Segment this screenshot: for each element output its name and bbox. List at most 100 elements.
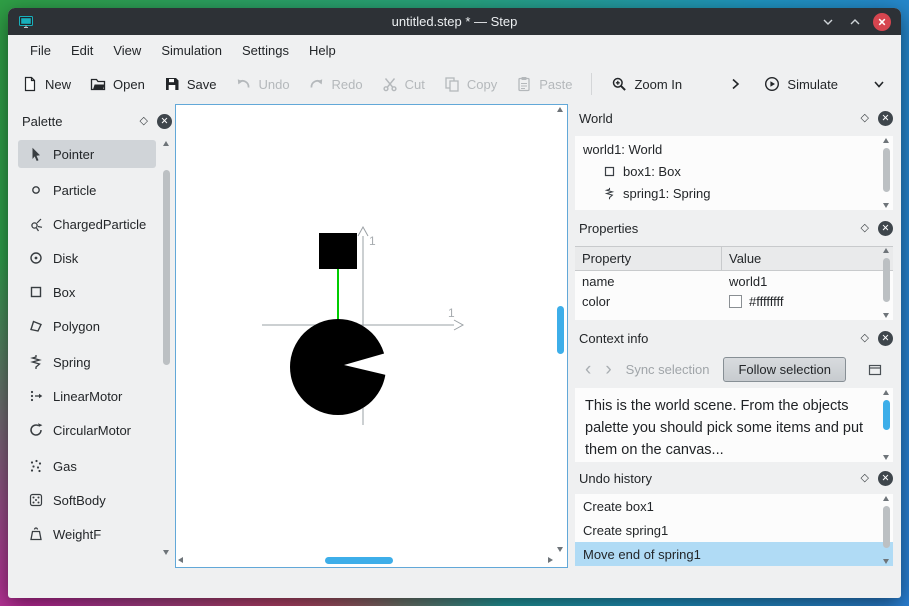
context-info-body: This is the world scene. From the object… bbox=[575, 388, 893, 462]
undo-panel-title: Undo history bbox=[579, 470, 652, 486]
canvas-hscroll-handle[interactable] bbox=[325, 556, 393, 564]
property-row-name[interactable]: name world1 bbox=[575, 271, 893, 291]
box1-object[interactable] bbox=[319, 233, 357, 269]
toolbar-extension-button[interactable] bbox=[727, 76, 743, 92]
palette-item-circularmotor[interactable]: CircularMotor bbox=[18, 416, 156, 444]
undo-scrollbar[interactable] bbox=[880, 495, 892, 565]
scroll-up-arrow-icon[interactable] bbox=[882, 248, 889, 253]
float-panel-icon[interactable]: ◇ bbox=[861, 112, 869, 124]
disk-object[interactable] bbox=[290, 319, 386, 415]
scroll-up-arrow-icon[interactable] bbox=[882, 138, 889, 143]
close-panel-icon[interactable]: ✕ bbox=[878, 110, 893, 126]
scroll-right-arrow-icon[interactable] bbox=[548, 556, 553, 563]
palette-item-softbody[interactable]: SoftBody bbox=[18, 486, 156, 514]
paste-icon bbox=[516, 76, 532, 92]
scroll-down-arrow-icon[interactable] bbox=[882, 455, 889, 460]
float-panel-icon[interactable]: ◇ bbox=[861, 222, 869, 234]
column-header-value[interactable]: Value bbox=[722, 247, 893, 270]
undo-item-create-spring1[interactable]: Create spring1 bbox=[575, 518, 893, 542]
back-arrow-icon[interactable]: ‹ bbox=[585, 360, 591, 379]
menu-view[interactable]: View bbox=[104, 39, 150, 62]
zoom-in-button[interactable]: Zoom In bbox=[611, 76, 682, 92]
scroll-down-arrow-icon[interactable] bbox=[162, 550, 169, 555]
palette-panel: Palette ◇ ✕ Pointer Particle ChargedPart bbox=[16, 104, 174, 564]
palette-scrollbar[interactable] bbox=[160, 140, 172, 556]
undo-item-create-box1[interactable]: Create box1 bbox=[575, 494, 893, 518]
float-panel-icon[interactable]: ◇ bbox=[861, 332, 869, 344]
gas-icon bbox=[28, 458, 44, 474]
menu-edit[interactable]: Edit bbox=[62, 39, 102, 62]
copy-button[interactable]: Copy bbox=[444, 76, 497, 92]
open-button[interactable]: Open bbox=[90, 76, 145, 92]
scroll-down-arrow-icon[interactable] bbox=[882, 313, 889, 318]
simulate-button[interactable]: Simulate bbox=[764, 76, 838, 92]
undo-item-move-end-of-spring1[interactable]: Move end of spring1 bbox=[575, 542, 893, 566]
paste-button[interactable]: Paste bbox=[516, 76, 572, 92]
close-panel-icon[interactable]: ✕ bbox=[878, 330, 893, 346]
detach-panel-icon[interactable] bbox=[867, 361, 883, 377]
main-toolbar: New Open Save Undo Redo Cut Copy Paste Z… bbox=[8, 65, 901, 103]
save-icon bbox=[164, 76, 180, 92]
column-header-property[interactable]: Property bbox=[575, 247, 722, 270]
palette-item-polygon[interactable]: Polygon bbox=[18, 312, 156, 340]
close-panel-icon[interactable]: ✕ bbox=[878, 470, 893, 486]
scroll-up-arrow-icon[interactable] bbox=[162, 141, 169, 146]
maximize-button[interactable] bbox=[846, 13, 864, 31]
canvas-vscroll-handle[interactable] bbox=[556, 306, 564, 354]
property-row-color[interactable]: color #ffffffff bbox=[575, 291, 893, 311]
tree-item-spring1[interactable]: spring1: Spring bbox=[575, 182, 893, 204]
properties-scrollbar-handle[interactable] bbox=[882, 258, 890, 302]
scene-canvas[interactable]: 1 1 bbox=[175, 104, 568, 568]
undo-button[interactable]: Undo bbox=[235, 76, 290, 92]
undo-scrollbar-handle[interactable] bbox=[882, 506, 890, 548]
save-button[interactable]: Save bbox=[164, 76, 216, 92]
close-button[interactable] bbox=[873, 12, 891, 31]
float-panel-icon[interactable]: ◇ bbox=[861, 472, 869, 484]
palette-item-weightforce[interactable]: WeightF bbox=[18, 520, 156, 548]
float-panel-icon[interactable]: ◇ bbox=[140, 115, 148, 127]
palette-item-box[interactable]: Box bbox=[18, 278, 156, 306]
new-button[interactable]: New bbox=[22, 76, 71, 92]
redo-button[interactable]: Redo bbox=[309, 76, 363, 92]
window-title: untitled.step * — Step bbox=[391, 14, 518, 29]
scroll-down-arrow-icon[interactable] bbox=[882, 203, 889, 208]
minimize-button[interactable] bbox=[819, 13, 837, 31]
scroll-down-arrow-icon[interactable] bbox=[556, 547, 563, 552]
menu-simulation[interactable]: Simulation bbox=[152, 39, 231, 62]
desktop-background: untitled.step * — Step File Edit View Si… bbox=[0, 0, 909, 606]
simulate-dropdown-button[interactable] bbox=[871, 76, 887, 92]
palette-item-spring[interactable]: Spring bbox=[18, 348, 156, 376]
cut-button[interactable]: Cut bbox=[382, 76, 425, 92]
world-scrollbar[interactable] bbox=[880, 137, 892, 209]
scroll-up-arrow-icon[interactable] bbox=[882, 390, 889, 395]
menu-file[interactable]: File bbox=[21, 39, 60, 62]
palette-item-gas[interactable]: Gas bbox=[18, 452, 156, 480]
close-panel-icon[interactable]: ✕ bbox=[157, 113, 172, 129]
palette-item-chargedparticle[interactable]: ChargedParticle bbox=[18, 210, 156, 238]
tree-item-box1[interactable]: box1: Box bbox=[575, 160, 893, 182]
palette-item-disk[interactable]: Disk bbox=[18, 244, 156, 272]
palette-item-pointer[interactable]: Pointer bbox=[18, 140, 156, 168]
sync-selection-button[interactable]: Sync selection bbox=[626, 362, 710, 377]
tree-item-world1[interactable]: world1: World bbox=[575, 138, 893, 160]
menu-settings[interactable]: Settings bbox=[233, 39, 298, 62]
context-scrollbar-handle[interactable] bbox=[882, 400, 890, 430]
titlebar[interactable]: untitled.step * — Step bbox=[8, 8, 901, 35]
app-icon bbox=[18, 14, 34, 30]
palette-item-particle[interactable]: Particle bbox=[18, 176, 156, 204]
follow-selection-button[interactable]: Follow selection bbox=[723, 356, 846, 382]
close-panel-icon[interactable]: ✕ bbox=[878, 220, 893, 236]
world-scrollbar-handle[interactable] bbox=[882, 148, 890, 192]
canvas-horizontal-scrollbar[interactable] bbox=[177, 554, 554, 566]
menu-help[interactable]: Help bbox=[300, 39, 345, 62]
properties-scrollbar[interactable] bbox=[880, 247, 892, 319]
forward-arrow-icon[interactable]: › bbox=[605, 360, 611, 379]
palette-scrollbar-handle[interactable] bbox=[162, 170, 170, 365]
scroll-up-arrow-icon[interactable] bbox=[882, 496, 889, 501]
scroll-down-arrow-icon[interactable] bbox=[882, 559, 889, 564]
canvas-vertical-scrollbar[interactable] bbox=[554, 106, 566, 553]
scroll-left-arrow-icon[interactable] bbox=[178, 556, 183, 563]
palette-item-linearmotor[interactable]: LinearMotor bbox=[18, 382, 156, 410]
scroll-up-arrow-icon[interactable] bbox=[556, 107, 563, 112]
context-scrollbar[interactable] bbox=[880, 389, 892, 461]
